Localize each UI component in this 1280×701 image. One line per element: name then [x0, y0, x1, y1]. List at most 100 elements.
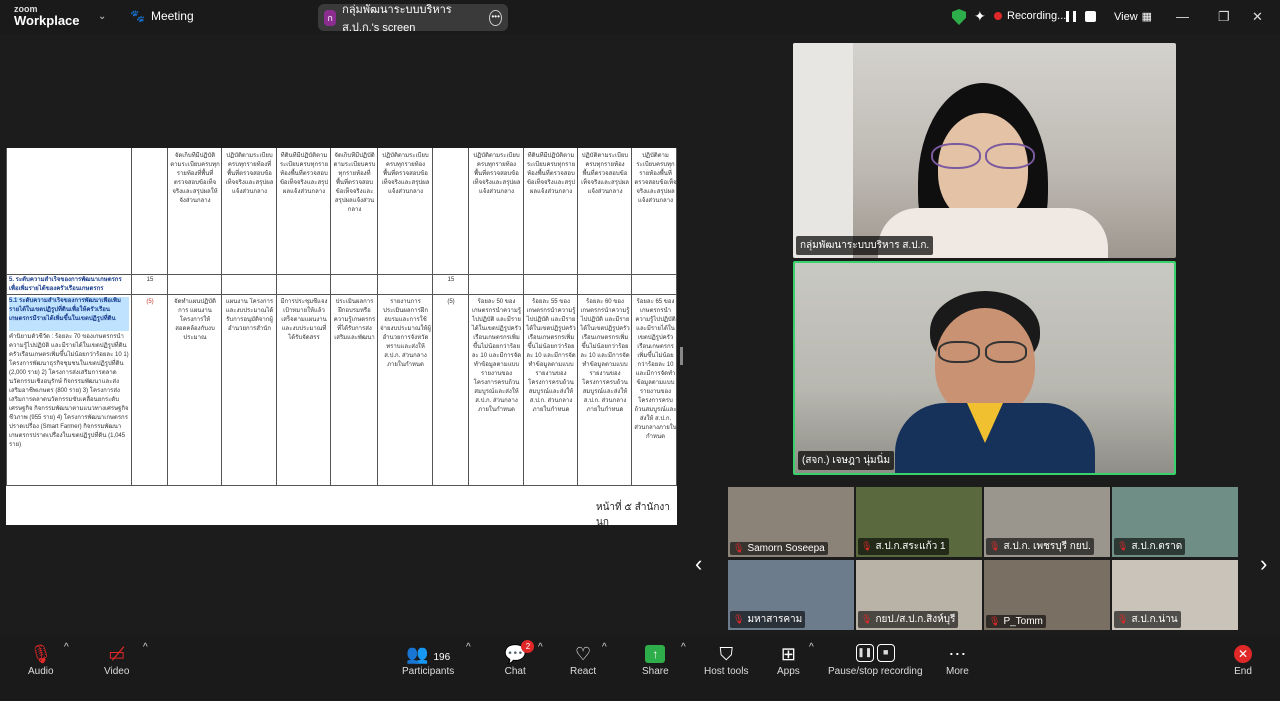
thumbnail-label: 🎙 P_Tomm [986, 615, 1046, 628]
paw-icon: 🐾 [130, 9, 145, 23]
ai-companion-icon[interactable]: ✦ [974, 8, 986, 25]
heart-icon: ♡ [574, 644, 592, 664]
row-cell: แผนงาน โครงการ และงบประมาณได้รับการอนุมั… [225, 299, 274, 332]
brand-line2: Workplace [14, 13, 80, 28]
react-button[interactable]: ♡ React [570, 642, 596, 677]
mic-muted-icon: 🎙 [733, 614, 745, 624]
thumbnail-tile[interactable]: 🎙 มหาสารคาม [728, 560, 854, 630]
host-tools-button[interactable]: ⛉ Host tools [704, 642, 748, 677]
apps-button[interactable]: ⊞ Apps [777, 642, 800, 677]
thumbnail-label: 🎙 มหาสารคาม [730, 611, 806, 628]
participant-name: Samorn Soseepa [747, 543, 825, 554]
participant-name: ส.ป.ก. เพชรบุรี กยป. [1003, 541, 1091, 552]
chat-label: Chat [504, 666, 526, 677]
more-button[interactable]: ⋯ More [946, 642, 969, 677]
screen-share-indicator[interactable]: ก กลุ่มพัฒนาระบบบริหาร ส.ป.ก.'s screen •… [318, 4, 508, 34]
share-title: กลุ่มพัฒนาระบบบริหาร ส.ป.ก.'s screen [342, 3, 452, 34]
row-cell: ร้อยละ 55 ของเกษตรกรนำความรู้ไปปฏิบัติ แ… [526, 299, 576, 413]
chat-icon: 💬 2 [504, 640, 535, 666]
audio-options-chevron-icon[interactable]: ^ [64, 642, 69, 653]
grid-view-icon: ▦ [1141, 11, 1153, 23]
thumbnail-tile[interactable]: 🎙 Samorn Soseepa [728, 487, 854, 557]
thumbnail-tile[interactable]: 🎙 ส.ป.ก.ตราด [1112, 487, 1238, 557]
apps-label: Apps [777, 666, 800, 677]
previous-page-icon[interactable]: ‹ [695, 551, 702, 577]
stop-icon: ■ [876, 644, 895, 662]
recording-dot-icon [994, 12, 1002, 20]
section-title: 5. ระดับความสำเร็จของการพัฒนาเกษตรกรเพื่… [9, 277, 122, 292]
video-tile-host[interactable]: กลุ่มพัฒนาระบบบริหาร ส.ป.ก. [793, 43, 1176, 258]
view-button[interactable]: View ▦ [1114, 10, 1153, 24]
participant-name: มหาสารคาม [747, 614, 803, 625]
participant-name: (สจก.) เจษฎา นุ่มนิ่ม [798, 451, 895, 470]
video-label: Video [104, 666, 130, 677]
section-value: 15 [447, 277, 455, 283]
thumbnail-tile[interactable]: 🎙 ส.ป.ก. เพชรบุรี กยป. [984, 487, 1110, 557]
header-cell: ปฏิบัติตามระเบียบครบทุกรายท้องพื้นที่ตรว… [581, 153, 629, 195]
participants-options-chevron-icon[interactable]: ^ [466, 642, 471, 653]
next-page-icon[interactable]: › [1260, 551, 1267, 577]
mic-muted-icon: 🎙 [989, 541, 1001, 551]
meeting-controls: 🎙 Audio ^ ▭̸ Video ^ 👥 196 Participants … [0, 636, 1280, 701]
row-cell: ร้อยละ 60 ของเกษตรกรนำความรู้ไปปฏิบัติ แ… [580, 299, 630, 413]
more-options-icon[interactable]: ••• [489, 9, 502, 26]
chat-button[interactable]: 💬 2 Chat [504, 640, 535, 677]
table-column [132, 148, 168, 486]
thumbnail-tile[interactable]: 🎙 ส.ป.ก.สระแก้ว 1 [856, 487, 982, 557]
page-footer: หน้าที่ ๕ สำนักงานก [596, 502, 670, 525]
share-options-chevron-icon[interactable]: ^ [681, 642, 686, 653]
apps-options-chevron-icon[interactable]: ^ [809, 642, 814, 653]
participant-name: ส.ป.ก.น่าน [1131, 614, 1178, 625]
end-label: End [1234, 666, 1252, 677]
participants-button[interactable]: 👥 196 Participants [402, 642, 454, 677]
table-rule [6, 294, 677, 295]
restore-icon[interactable]: ❐ [1218, 9, 1230, 25]
split-view-handle[interactable] [680, 347, 683, 365]
pause-recording-icon[interactable] [1066, 11, 1076, 22]
more-label: More [946, 666, 969, 677]
header-cell: ที่ดินที่มีปฏิบัติตามระเบียบครบทุกรายท้อ… [526, 153, 576, 195]
recording-indicator: Recording... [994, 10, 1066, 22]
participants-icon: 👥 196 [406, 644, 451, 664]
thumbnail-tile[interactable]: 🎙 ส.ป.ก.น่าน [1112, 560, 1238, 630]
video-tile-active-speaker[interactable]: (สจก.) เจษฎา นุ่มนิ่ม [793, 261, 1176, 475]
stop-recording-icon[interactable] [1085, 11, 1096, 22]
audio-button[interactable]: 🎙 Audio [28, 642, 54, 677]
end-button[interactable]: ✕ End [1234, 642, 1252, 677]
table-column [433, 148, 469, 486]
pause-stop-recording-button[interactable]: ❚❚ ■ Pause/stop recording [828, 642, 923, 677]
video-off-icon: ▭̸ [108, 644, 126, 664]
pause-icon: ❚❚ [855, 644, 874, 662]
video-button[interactable]: ▭̸ Video [104, 642, 129, 677]
end-call-icon: ✕ [1234, 645, 1252, 663]
header-cell: ที่ดินที่มีปฏิบัติตามระเบียบครบทุกรายท้อ… [279, 153, 329, 195]
minimize-icon[interactable]: — [1176, 9, 1189, 24]
glasses-left [938, 341, 980, 363]
pause-stop-recording-icons: ❚❚ ■ [855, 644, 895, 662]
video-options-chevron-icon[interactable]: ^ [143, 642, 148, 653]
react-options-chevron-icon[interactable]: ^ [602, 642, 607, 653]
shield-icon: ⛉ [719, 644, 733, 664]
participant-name: ส.ป.ก.สระแก้ว 1 [875, 541, 946, 552]
thumbnail-label: 🎙 ส.ป.ก.สระแก้ว 1 [858, 538, 949, 555]
chevron-down-icon[interactable]: ⌄ [98, 11, 106, 22]
thumbnail-tile[interactable]: 🎙 กยป./ส.ป.ก.สิงห์บุรี [856, 560, 982, 630]
thumbnail-label: 🎙 ส.ป.ก. เพชรบุรี กยป. [986, 538, 1094, 555]
chat-options-chevron-icon[interactable]: ^ [538, 642, 543, 653]
weight-value: (5) [146, 299, 154, 305]
thumbnail-label: 🎙 Samorn Soseepa [730, 542, 828, 555]
thumbnail-label: 🎙 กยป./ส.ป.ก.สิงห์บุรี [858, 611, 959, 628]
mic-muted-icon: 🎙 [989, 616, 1001, 626]
zoom-workplace-logo[interactable]: zoom Workplace [14, 4, 80, 28]
close-icon[interactable]: ✕ [1252, 9, 1263, 25]
glasses-right [985, 341, 1027, 363]
meeting-tab[interactable]: 🐾 Meeting [130, 9, 194, 23]
mic-muted-icon: 🎙 [1117, 614, 1129, 624]
thumbnail-tile[interactable]: 🎙 P_Tomm [984, 560, 1110, 630]
window-background [793, 43, 853, 258]
share-label: Share [642, 666, 669, 677]
row-cell: มีการประชุมชี้แจงเป้าหมายให้แล้วเสร็จตาม… [280, 299, 328, 341]
share-button[interactable]: ↑ Share [642, 642, 669, 677]
header-cell: ปฏิบัติตามระเบียบครบทุกรายท้องพื้นที่ตรว… [381, 153, 430, 195]
security-shield-icon[interactable] [952, 9, 966, 25]
